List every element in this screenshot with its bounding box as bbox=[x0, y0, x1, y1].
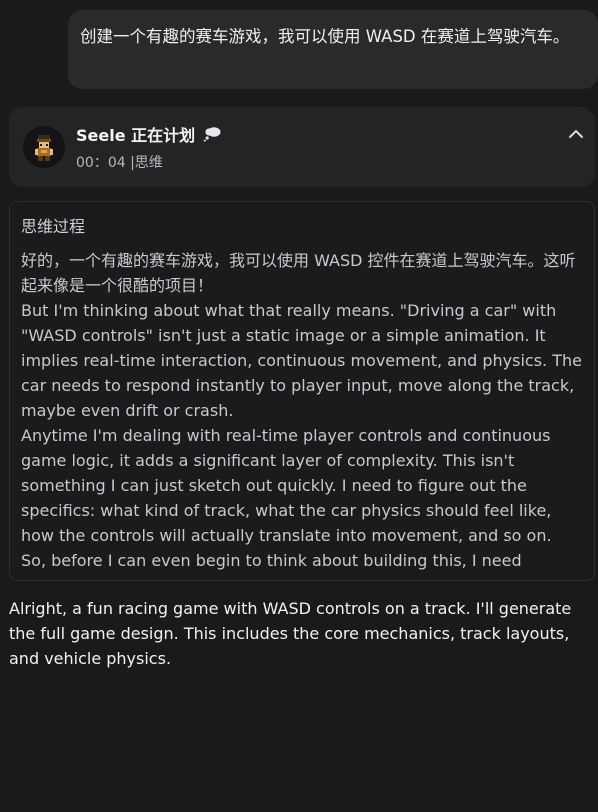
agent-status-card[interactable]: Seele 正在计划 00：04 |思维 bbox=[9, 107, 595, 187]
agent-status-time: 00：04 |思维 bbox=[76, 155, 163, 171]
thinking-paragraph: So, before I can even begin to think abo… bbox=[21, 551, 522, 570]
chat-page: 创建一个有趣的赛车游戏，我可以使用 WASD 在赛道上驾驶汽车。 Seele 正… bbox=[0, 0, 598, 812]
thinking-title: 思维过程 bbox=[21, 217, 86, 236]
thinking-paragraph: 好的，一个有趣的赛车游戏，我可以使用 WASD 控件在赛道上驾驶汽车。这听起来像… bbox=[21, 251, 576, 295]
thought-bubble-icon bbox=[203, 127, 221, 142]
agent-avatar bbox=[23, 126, 65, 168]
thinking-paragraph: But I'm thinking about what that really … bbox=[21, 301, 582, 420]
user-message-text: 创建一个有趣的赛车游戏，我可以使用 WASD 在赛道上驾驶汽车。 bbox=[80, 27, 570, 46]
thinking-paragraph: Anytime I'm dealing with real-time playe… bbox=[21, 426, 552, 545]
user-message-bubble: 创建一个有趣的赛车游戏，我可以使用 WASD 在赛道上驾驶汽车。 bbox=[68, 10, 598, 89]
thinking-text: 好的，一个有趣的赛车游戏，我可以使用 WASD 控件在赛道上驾驶汽车。这听起来像… bbox=[21, 248, 587, 573]
chevron-up-icon[interactable] bbox=[567, 125, 585, 143]
assistant-response: Alright, a fun racing game with WASD con… bbox=[9, 599, 572, 668]
pixel-character-avatar-icon bbox=[23, 126, 65, 168]
agent-title-text: Seele 正在计划 bbox=[76, 126, 196, 145]
agent-title: Seele 正在计划 bbox=[76, 122, 221, 146]
thinking-process-panel: 思维过程 好的，一个有趣的赛车游戏，我可以使用 WASD 控件在赛道上驾驶汽车。… bbox=[9, 201, 595, 581]
